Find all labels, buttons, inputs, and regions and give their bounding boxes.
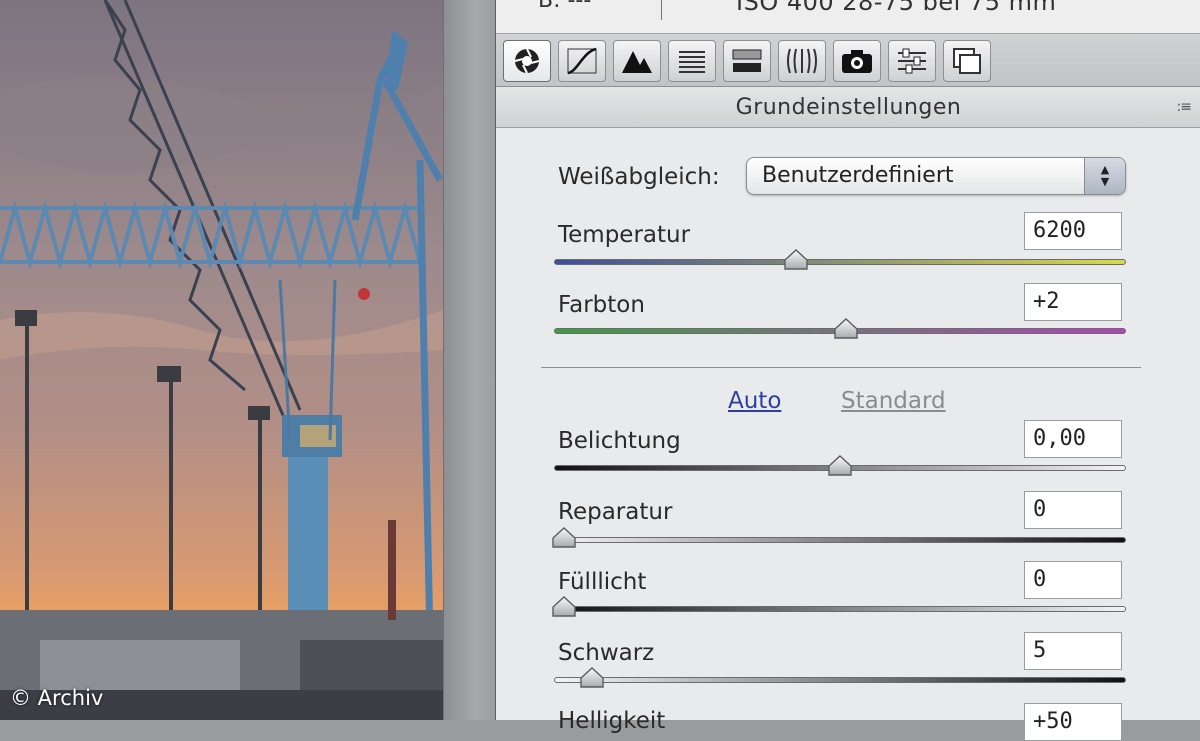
tab-hsl[interactable] (668, 40, 716, 82)
tab-detail[interactable] (613, 40, 661, 82)
tone-curve-icon (567, 47, 597, 75)
recovery-slider-thumb[interactable] (551, 527, 577, 549)
info-divider (661, 0, 662, 20)
blacks-slider-thumb[interactable] (579, 667, 605, 689)
brightness-input[interactable]: +50 (1024, 703, 1122, 741)
tint-slider-thumb[interactable] (833, 318, 859, 340)
panel-menu-icon[interactable]: :≡ (1177, 99, 1192, 115)
slider-thumb-icon (552, 596, 576, 617)
select-arrows-icon: ▲ ▼ (1084, 158, 1125, 194)
aperture-icon (514, 48, 540, 74)
standard-link[interactable]: Standard (841, 388, 946, 414)
fill-light-label: Fülllicht (558, 569, 647, 595)
section-title: Grundeinstellungen (735, 94, 962, 120)
temperature-input[interactable]: 6200 (1024, 212, 1122, 250)
copyright-watermark: © Archiv (10, 686, 104, 710)
brightness-label: Helligkeit (558, 708, 666, 734)
blue-readout: B: --- (538, 0, 592, 13)
exif-readout: ISO 400 28-75 bei 75 mm (736, 0, 1057, 16)
tab-snapshots[interactable] (943, 40, 991, 82)
fill-light-slider-thumb[interactable] (551, 596, 577, 618)
slider-thumb-icon (828, 455, 852, 476)
tint-input[interactable]: +2 (1024, 283, 1122, 321)
section-separator (541, 367, 1141, 368)
split-toning-icon (732, 49, 762, 72)
fill-light-input[interactable]: 0 (1024, 561, 1122, 599)
slider-thumb-icon (552, 527, 576, 548)
hsl-lines-icon (679, 51, 705, 73)
tab-split-toning[interactable] (723, 40, 771, 82)
presets-sliders-icon (898, 48, 926, 74)
photo-preview[interactable]: © Archiv (0, 0, 443, 720)
slider-thumb-icon (833, 318, 858, 339)
recovery-label: Reparatur (558, 499, 673, 525)
panel-gutter (443, 0, 496, 720)
tab-basic[interactable] (503, 40, 551, 82)
blacks-slider-track[interactable] (554, 677, 1126, 683)
snapshots-icon (953, 48, 981, 74)
tab-presets[interactable] (888, 40, 936, 82)
white-balance-select[interactable]: Benutzerdefiniert ▲ ▼ (746, 157, 1126, 195)
recovery-input[interactable]: 0 (1024, 491, 1122, 529)
image-info-row: B: --- ISO 400 28-75 bei 75 mm (496, 0, 1200, 34)
panel-tab-toolbar (496, 34, 1200, 87)
temperature-slider-thumb[interactable] (783, 249, 809, 271)
exposure-input[interactable]: 0,00 (1024, 420, 1122, 458)
camera-raw-panel: B: --- ISO 400 28-75 bei 75 mm Grundeins… (495, 0, 1200, 741)
exposure-label: Belichtung (558, 428, 681, 454)
slider-thumb-icon (579, 667, 604, 688)
camera-calibration-icon (842, 50, 872, 73)
white-balance-label: Weißabgleich: (558, 164, 720, 190)
section-header: Grundeinstellungen :≡ (496, 87, 1200, 128)
blacks-input[interactable]: 5 (1024, 632, 1122, 670)
tab-lens-correction[interactable] (778, 40, 826, 82)
blacks-label: Schwarz (558, 640, 655, 666)
detail-mountain-icon (622, 51, 652, 73)
exposure-slider-thumb[interactable] (827, 455, 853, 477)
lens-correction-icon (787, 48, 817, 74)
temperature-slider-track[interactable] (554, 259, 1126, 265)
temperature-label: Temperatur (558, 222, 691, 248)
tab-camera-calibration[interactable] (833, 40, 881, 82)
white-balance-value: Benutzerdefiniert (762, 163, 954, 188)
harbor-photo (0, 0, 443, 720)
slider-thumb-icon (784, 249, 808, 270)
auto-link[interactable]: Auto (728, 388, 781, 414)
fill-light-slider-track[interactable] (554, 606, 1126, 612)
tab-tone-curve[interactable] (558, 40, 606, 82)
recovery-slider-track[interactable] (554, 537, 1126, 543)
tint-label: Farbton (558, 292, 645, 318)
